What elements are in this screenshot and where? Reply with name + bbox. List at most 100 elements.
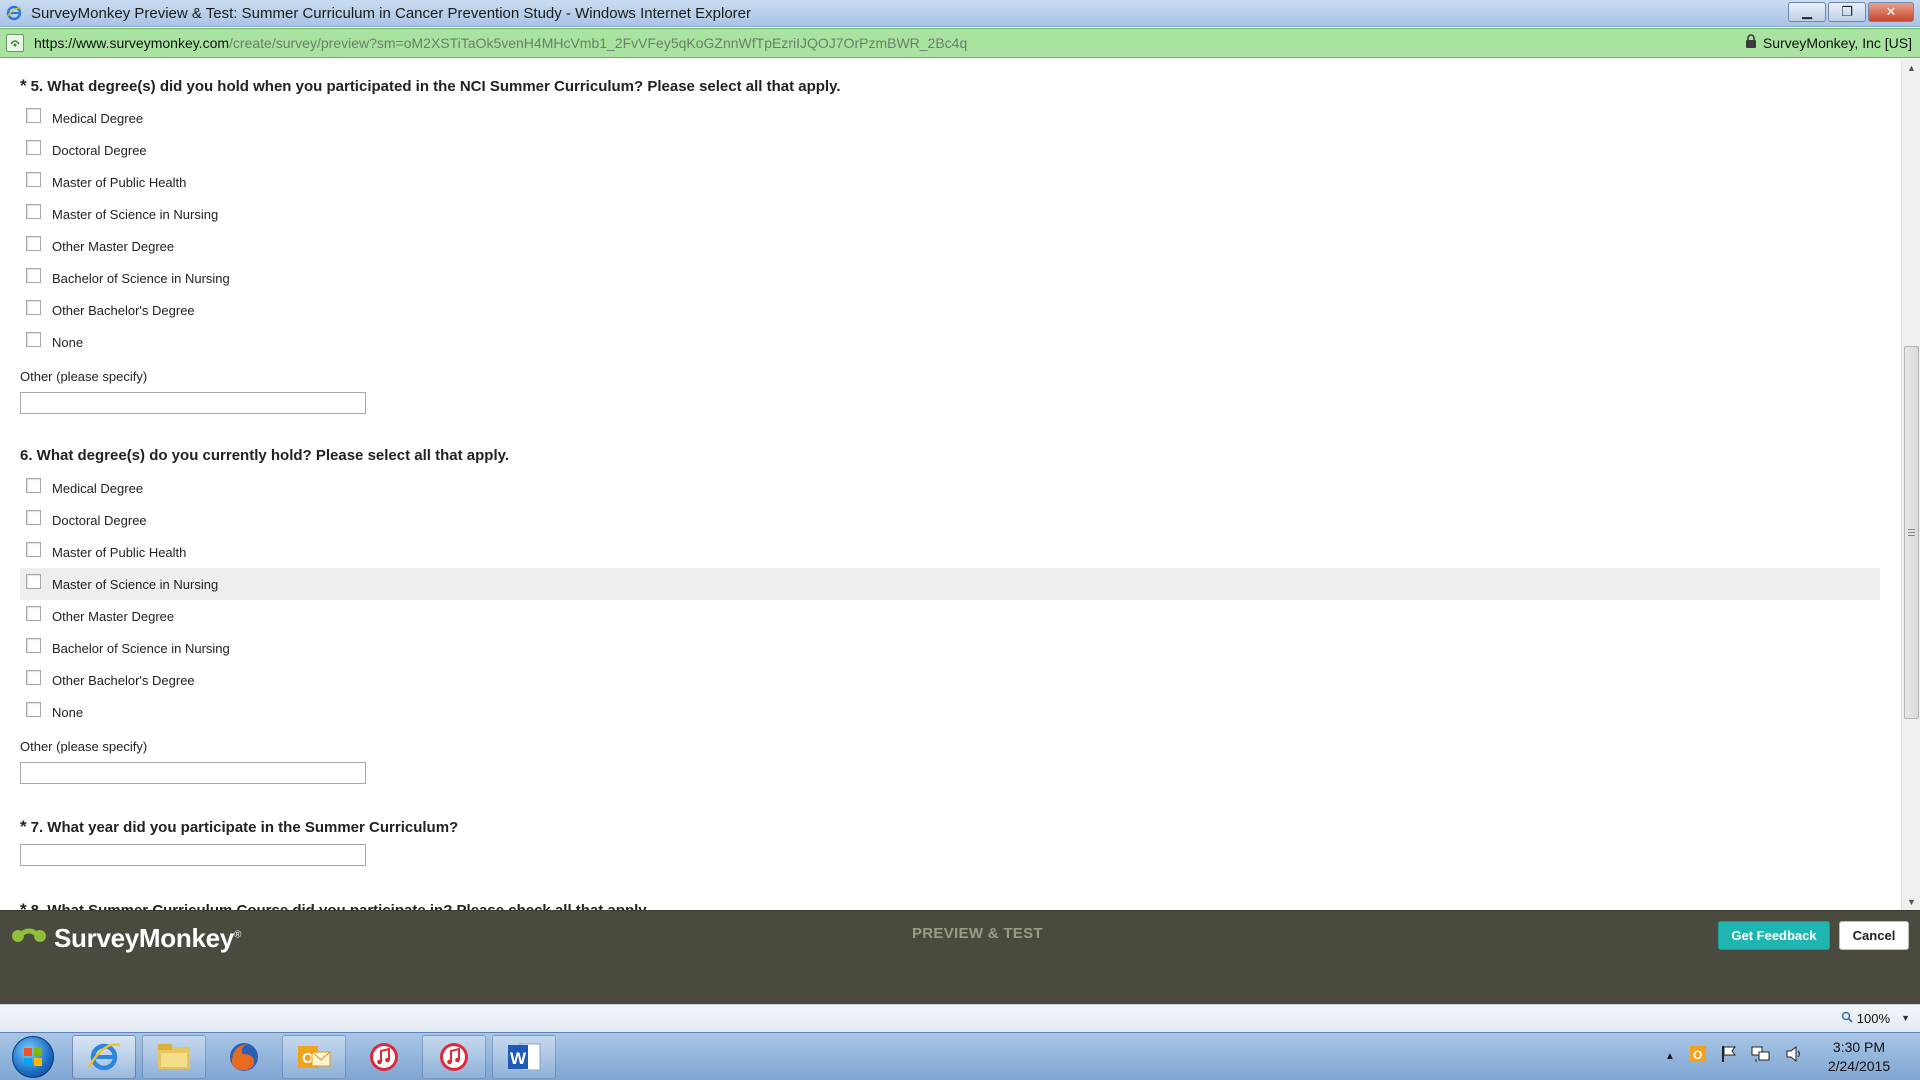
action-center-flag-icon[interactable] — [1721, 1045, 1737, 1068]
magnifier-icon — [1841, 1011, 1853, 1026]
taskbar-itunes[interactable] — [352, 1035, 416, 1079]
q5-other-input[interactable] — [20, 392, 366, 414]
zoom-control[interactable]: 100% — [1841, 1011, 1890, 1026]
internet-explorer-icon — [5, 4, 23, 22]
start-button[interactable] — [12, 1036, 54, 1078]
cancel-button[interactable]: Cancel — [1839, 921, 1909, 950]
system-tray: ▲ O — [1665, 1045, 1803, 1068]
page-favicon-icon — [6, 34, 24, 52]
q6-option-hovered[interactable]: Master of Science in Nursing — [20, 568, 1880, 600]
clock-date: 2/24/2015 — [1827, 1058, 1891, 1074]
q6-option[interactable]: Other Bachelor's Degree — [20, 664, 1880, 696]
q6-option-label: None — [52, 704, 84, 720]
q6-option-label: Bachelor of Science in Nursing — [52, 640, 230, 656]
q5-checkbox[interactable] — [26, 235, 41, 251]
close-button[interactable]: ✕ — [1868, 2, 1914, 22]
url-host: https://www.surveymonkey.com — [34, 35, 230, 51]
q6-option-label: Master of Public Health — [52, 544, 187, 560]
address-bar[interactable]: https://www.surveymonkey.com/create/surv… — [0, 28, 1920, 58]
folder-icon — [158, 1044, 190, 1069]
q5-option[interactable]: Master of Science in Nursing — [20, 198, 1880, 230]
windows-logo-icon — [24, 1048, 42, 1066]
q6-checkbox[interactable] — [26, 637, 41, 653]
q5-option-label: Medical Degree — [52, 110, 144, 126]
taskbar-firefox[interactable] — [212, 1035, 276, 1079]
taskbar-outlook[interactable]: O — [282, 1035, 346, 1079]
q6-option[interactable]: Medical Degree — [20, 472, 1880, 504]
q6-checkbox[interactable] — [26, 605, 41, 621]
minimize-icon: ▁ — [1802, 4, 1812, 19]
scrollbar-thumb[interactable] — [1904, 346, 1919, 719]
show-hidden-icons-icon[interactable]: ▲ — [1665, 1051, 1675, 1062]
survey-preview-page: * 5. What degree(s) did you hold when you… — [0, 59, 1901, 910]
volume-icon[interactable] — [1785, 1045, 1803, 1068]
zoom-dropdown-arrow-icon[interactable]: ▼ — [1901, 1013, 1910, 1023]
question-5-title: * 5. What degree(s) did you hold when you… — [20, 76, 841, 95]
q6-checkbox[interactable] — [26, 669, 41, 685]
q5-checkbox[interactable] — [26, 139, 41, 155]
q5-checkbox[interactable] — [26, 203, 41, 219]
q5-option[interactable]: Master of Public Health — [20, 166, 1880, 198]
q6-option-label: Other Master Degree — [52, 608, 175, 624]
q6-option[interactable]: Other Master Degree — [20, 600, 1880, 632]
q6-checkbox[interactable] — [26, 541, 41, 557]
browser-status-bar: 100% ▼ — [0, 1004, 1920, 1032]
q5-checkbox[interactable] — [26, 299, 41, 315]
scroll-up-arrow-icon[interactable]: ▲ — [1902, 59, 1920, 76]
get-feedback-button[interactable]: Get Feedback — [1718, 921, 1830, 950]
q6-option[interactable]: Doctoral Degree — [20, 504, 1880, 536]
q6-option-label: Medical Degree — [52, 480, 144, 496]
outlook-tray-icon[interactable]: O — [1689, 1045, 1707, 1068]
q6-checkbox[interactable] — [26, 477, 41, 493]
scroll-down-arrow-icon[interactable]: ▼ — [1902, 893, 1920, 910]
window-title-bar: SurveyMonkey Preview & Test: Summer Curr… — [0, 0, 1920, 27]
monkey-logo-icon — [10, 924, 48, 953]
q6-option[interactable]: None — [20, 696, 1880, 728]
security-report[interactable]: SurveyMonkey, Inc [US] — [1745, 34, 1912, 52]
q5-option-label: Other Bachelor's Degree — [52, 302, 195, 318]
itunes-icon — [440, 1043, 468, 1071]
question-6-title: 6. What degree(s) do you currently hold?… — [20, 447, 510, 464]
q5-option[interactable]: Bachelor of Science in Nursing — [20, 262, 1880, 294]
taskbar-file-explorer[interactable] — [142, 1035, 206, 1079]
lock-icon — [1745, 34, 1757, 52]
q5-option-label: Other Master Degree — [52, 238, 175, 254]
security-label: SurveyMonkey, Inc [US] — [1762, 35, 1912, 51]
q6-other-label: Other (please specify) — [20, 739, 148, 754]
svg-text:W: W — [510, 1049, 527, 1068]
q6-checkbox[interactable] — [26, 701, 41, 717]
q7-year-input[interactable] — [20, 844, 366, 866]
q6-option[interactable]: Bachelor of Science in Nursing — [20, 632, 1880, 664]
q5-option-label: Master of Public Health — [52, 174, 187, 190]
taskbar-word[interactable]: W — [492, 1035, 556, 1079]
q5-option[interactable]: Medical Degree — [20, 102, 1880, 134]
minimize-button[interactable]: ▁ — [1788, 2, 1826, 22]
firefox-icon — [230, 1043, 258, 1071]
q6-checkbox[interactable] — [26, 509, 41, 525]
q5-option-label: Doctoral Degree — [52, 142, 147, 158]
q5-option[interactable]: Doctoral Degree — [20, 134, 1880, 166]
word-icon: W — [508, 1043, 541, 1071]
q5-checkbox[interactable] — [26, 107, 41, 123]
surveymonkey-logo: SurveyMonkey® — [10, 923, 241, 954]
address-url[interactable]: https://www.surveymonkey.com/create/surv… — [34, 35, 967, 51]
q5-option[interactable]: None — [20, 326, 1880, 358]
q6-other-input[interactable] — [20, 762, 366, 784]
q5-option-label: None — [52, 334, 84, 350]
q6-option[interactable]: Master of Public Health — [20, 536, 1880, 568]
q6-checkbox[interactable] — [26, 573, 41, 589]
vertical-scrollbar[interactable]: ▲ ▼ — [1901, 59, 1920, 910]
clock-time: 3:30 PM — [1832, 1039, 1886, 1055]
q5-checkbox[interactable] — [26, 331, 41, 347]
taskbar-clock[interactable]: 3:30 PM 2/24/2015 — [1818, 1038, 1900, 1076]
q5-checkbox[interactable] — [26, 267, 41, 283]
q5-option[interactable]: Other Master Degree — [20, 230, 1880, 262]
window-title: SurveyMonkey Preview & Test: Summer Curr… — [31, 4, 751, 22]
restore-button[interactable]: ❐ — [1828, 2, 1866, 22]
q5-option[interactable]: Other Bachelor's Degree — [20, 294, 1880, 326]
network-icon[interactable] — [1751, 1045, 1771, 1068]
taskbar-itunes-2[interactable] — [422, 1035, 486, 1079]
taskbar-internet-explorer[interactable] — [72, 1035, 136, 1079]
required-star: * — [20, 900, 27, 910]
q5-checkbox[interactable] — [26, 171, 41, 187]
